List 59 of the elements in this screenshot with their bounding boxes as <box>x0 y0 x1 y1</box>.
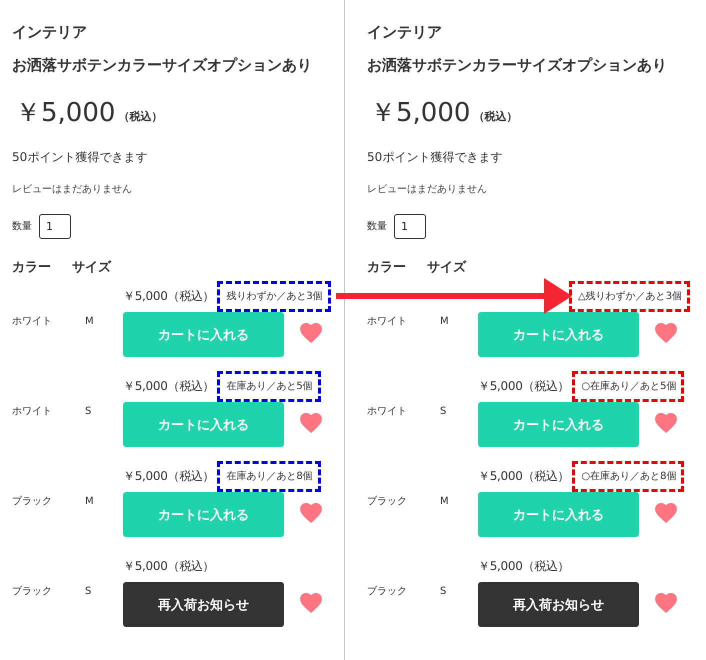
add-to-cart-button[interactable]: カートに入れる <box>478 402 639 447</box>
variant-price: ￥5,000（税込） <box>123 468 214 484</box>
column-header: サイズ <box>72 259 112 277</box>
color-label: ブラック <box>12 494 53 509</box>
size-label: M <box>85 495 95 509</box>
column-header: カラー <box>12 259 52 277</box>
product-title: お洒落サボテンカラーサイズオプションあり <box>12 55 313 75</box>
variant-price: ￥5,000（税込） <box>123 378 214 394</box>
color-label: ブラック <box>367 494 408 509</box>
add-to-cart-button[interactable]: カートに入れる <box>123 402 284 447</box>
add-to-cart-button[interactable]: カートに入れる <box>123 492 284 537</box>
variant-price: ￥5,000（税込） <box>123 288 214 304</box>
category-label: インテリア <box>367 22 443 42</box>
restock-notify-button[interactable]: 再入荷お知らせ <box>478 582 639 627</box>
quantity-label: 数量 <box>367 220 387 233</box>
category-label: インテリア <box>12 22 88 42</box>
heart-icon[interactable] <box>655 322 677 342</box>
heart-icon[interactable] <box>655 502 677 522</box>
variant-price: ￥5,000（税込） <box>123 558 214 574</box>
heart-icon[interactable] <box>300 412 322 432</box>
product-price: ￥5,000 <box>15 97 116 130</box>
size-label: S <box>440 585 448 599</box>
size-label: M <box>440 495 450 509</box>
points-text: 50ポイント獲得できます <box>367 149 504 166</box>
heart-icon[interactable] <box>300 322 322 342</box>
column-header: サイズ <box>427 259 468 277</box>
heart-icon[interactable] <box>655 412 677 432</box>
color-label: ホワイト <box>367 315 408 329</box>
points-text: 50ポイント獲得できます <box>12 149 148 166</box>
color-label: ホワイト <box>367 405 408 419</box>
variant-price: ￥5,000（税込） <box>478 468 570 484</box>
heart-icon[interactable] <box>655 592 677 612</box>
size-label: S <box>85 585 92 599</box>
quantity-field[interactable]: 1 <box>39 214 71 238</box>
product-title: お洒落サボテンカラーサイズオプションあり <box>367 55 668 75</box>
column-header: カラー <box>367 259 407 277</box>
color-label: ホワイト <box>12 405 53 419</box>
size-label: M <box>85 315 95 329</box>
heart-icon[interactable] <box>300 502 322 522</box>
add-to-cart-button[interactable]: カートに入れる <box>478 492 639 537</box>
size-label: S <box>85 405 92 419</box>
size-label: S <box>440 405 448 419</box>
size-label: M <box>440 315 450 329</box>
color-label: ホワイト <box>12 315 53 329</box>
tax-note: （税込） <box>118 108 162 124</box>
quantity-field[interactable]: 1 <box>394 214 426 238</box>
add-to-cart-button[interactable]: カートに入れる <box>478 312 639 357</box>
color-label: ブラック <box>12 584 53 599</box>
variant-price: ￥5,000（税込） <box>478 378 570 394</box>
add-to-cart-button[interactable]: カートに入れる <box>123 312 284 357</box>
variant-price: ￥5,000（税込） <box>478 558 570 574</box>
restock-notify-button[interactable]: 再入荷お知らせ <box>123 582 284 627</box>
quantity-label: 数量 <box>12 220 32 233</box>
reviews-text: レビューはまだありません <box>12 183 133 197</box>
heart-icon[interactable] <box>300 592 322 612</box>
color-label: ブラック <box>367 584 408 599</box>
product-price: ￥5,000 <box>370 97 470 130</box>
tax-note: （税込） <box>473 108 518 124</box>
reviews-text: レビューはまだありません <box>367 183 488 197</box>
